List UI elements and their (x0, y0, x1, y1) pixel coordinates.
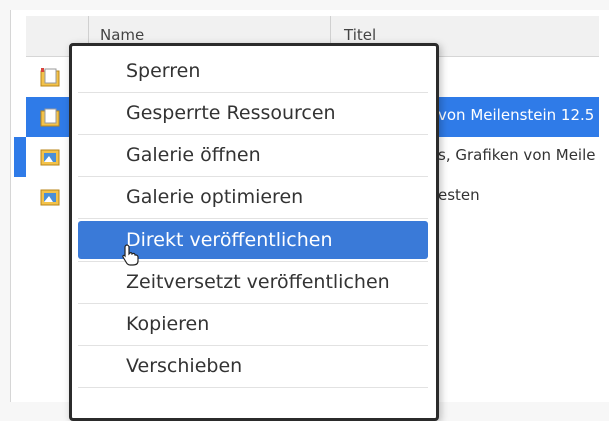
row-title: von Meilenstein 12.5 (438, 106, 595, 124)
gallery-icon (40, 189, 60, 206)
menu-divider (78, 345, 428, 346)
menu-divider (78, 92, 428, 93)
menu-item-kopieren[interactable]: Kopieren (78, 305, 428, 343)
row-title: s, Grafiken von Meile (438, 146, 596, 164)
menu-item-galerie-optimieren[interactable]: Galerie optimieren (78, 178, 428, 216)
menu-item-galerie-oeffnen[interactable]: Galerie öffnen (78, 136, 428, 174)
menu-divider (78, 176, 428, 177)
column-header-name[interactable]: Name (100, 26, 144, 44)
context-menu: Sperren Gesperrte Ressourcen Galerie öff… (69, 43, 439, 421)
folder-page-icon (40, 68, 60, 87)
folder-page-icon (40, 108, 60, 127)
menu-divider (78, 387, 428, 388)
row-title: esten (438, 186, 480, 204)
menu-divider (78, 218, 428, 219)
menu-divider (78, 303, 428, 304)
menu-divider (78, 134, 428, 135)
menu-item-gesperrte-ressourcen[interactable]: Gesperrte Ressourcen (78, 94, 428, 132)
hand-cursor-icon (122, 244, 139, 266)
menu-item-verschieben[interactable]: Verschieben (78, 347, 428, 385)
menu-item-zeitversetzt-veroeffentlichen[interactable]: Zeitversetzt veröffentlichen (78, 263, 428, 301)
row-selection-marker (14, 137, 26, 177)
column-header-title[interactable]: Titel (344, 26, 376, 44)
gallery-icon (40, 149, 60, 166)
menu-item-sperren[interactable]: Sperren (78, 52, 428, 90)
